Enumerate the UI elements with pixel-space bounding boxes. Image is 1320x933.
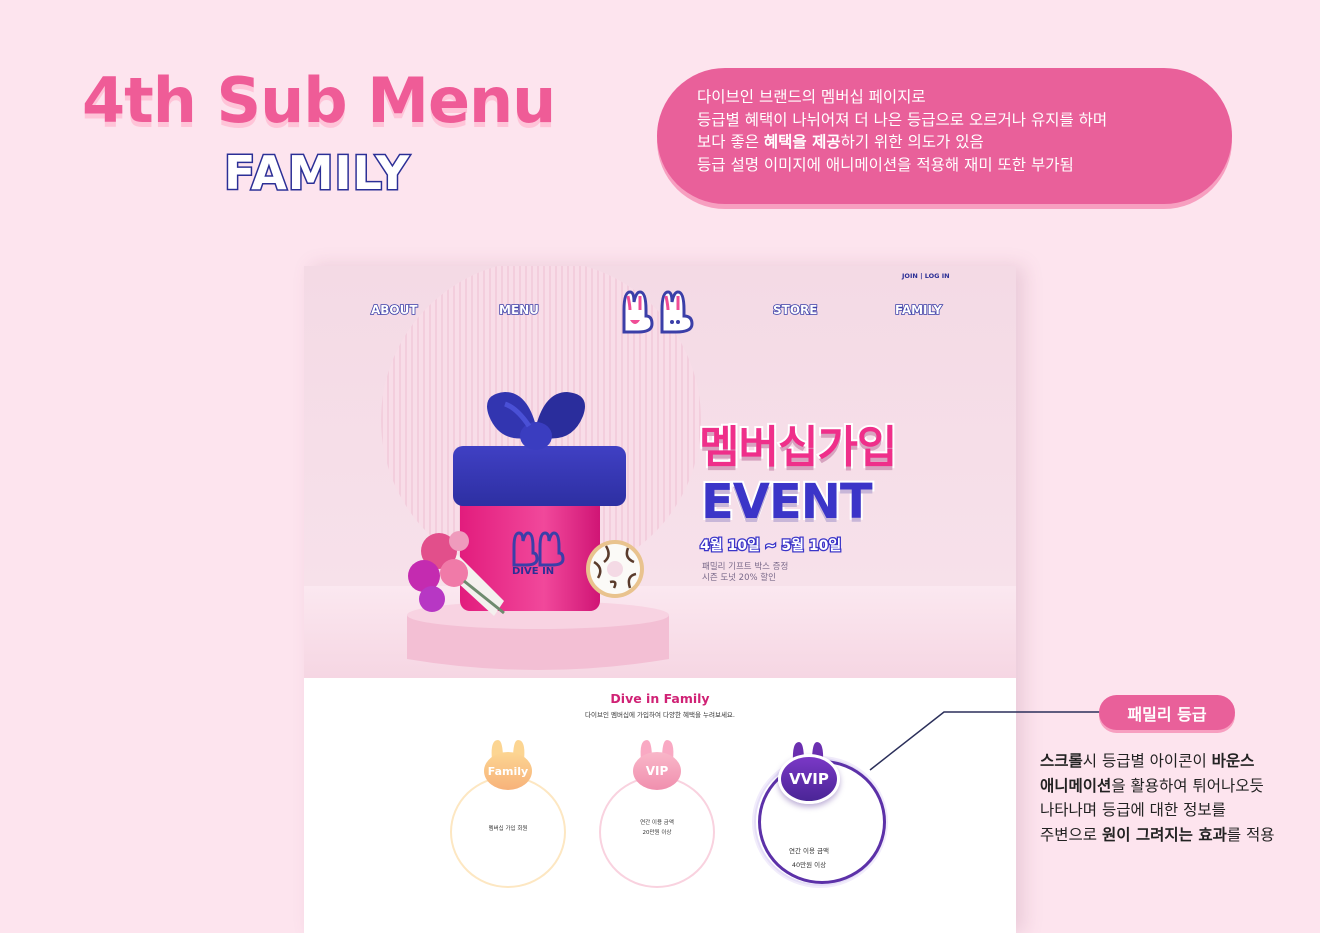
description-text: 보다 좋은 xyxy=(697,133,764,151)
annotation-text-part: 시 등급별 아이콘이 xyxy=(1082,752,1212,770)
nav-store[interactable]: STORE xyxy=(772,302,818,318)
annotation-text: 스크롤시 등급별 아이콘이 바운스 애니메이션을 활용하여 튀어나오듯 나타나며… xyxy=(1040,749,1275,847)
annotation-highlight: 스크롤 xyxy=(1040,752,1083,770)
family-section-title: Dive in Family xyxy=(610,691,710,706)
brand-logo[interactable] xyxy=(618,288,698,334)
family-section-subtitle: 다이브인 멤버십에 가입하여 다양한 혜택을 누려보세요. xyxy=(585,711,735,719)
event-description: 패밀리 기프트 박스 증정 시즌 도넛 20% 할인 xyxy=(702,562,788,584)
family-grade-pill: 패밀리 등급 xyxy=(1099,695,1235,730)
annotation-highlight: 바운스 xyxy=(1211,752,1255,770)
join-login-link[interactable]: JOIN | LOG IN xyxy=(902,272,950,280)
tier-card-family[interactable]: Family 멤버십 가입 회원 xyxy=(450,738,566,890)
tier-info: 연간 이용 금액 40만원 이상 xyxy=(758,844,860,872)
gift-box-lid xyxy=(453,446,626,506)
annotation-text-part: 를 적용 xyxy=(1226,825,1275,844)
annotation-line-4: 주변으로 원이 그려지는 효과를 적용 xyxy=(1040,823,1275,848)
page-title: 4th Sub Menu xyxy=(82,64,556,137)
tier-badge-vip: VIP xyxy=(633,752,681,790)
donut-icon xyxy=(586,540,644,598)
nav-about[interactable]: ABOUT xyxy=(370,302,418,318)
event-title: 멤버십가입 xyxy=(697,422,899,474)
gift-box-brand: DIVE IN xyxy=(512,566,555,577)
tier-line-1: 연간 이용 금액 xyxy=(788,847,829,855)
tier-card-vvip[interactable]: VVIP 연간 이용 금액 40만원 이상 xyxy=(748,738,890,890)
event-date: 4월 10일 ~ 5월 10일 xyxy=(699,537,843,556)
description-line-2: 등급별 혜택이 나뉘어져 더 나은 등급으로 오르거나 유지를 하며 xyxy=(697,110,1108,129)
description-highlight: 혜택을 제공 xyxy=(763,133,841,151)
annotation-highlight: 애니메이션 xyxy=(1040,776,1112,795)
page-subtitle: FAMILY xyxy=(222,145,411,202)
tier-line-2: 20만원 이상 xyxy=(642,830,672,836)
description-text: 하기 위한 의도가 있음 xyxy=(840,133,984,151)
tier-info: 연간 이용 금액 20만원 이상 xyxy=(599,818,715,838)
tier-line-2: 40만원 이상 xyxy=(791,861,827,869)
event-subtitle: EVENT xyxy=(699,472,875,532)
description-line-3: 보다 좋은 혜택을 제공하기 위한 의도가 있음 xyxy=(697,131,1202,154)
description-line-1: 다이브인 브랜드의 멤버십 페이지로 xyxy=(697,88,926,106)
website-mockup: JOIN | LOG IN ABOUT MENU STORE FAMILY DI… xyxy=(304,266,1016,933)
hero-banner: JOIN | LOG IN ABOUT MENU STORE FAMILY DI… xyxy=(304,266,1016,678)
annotation-line-1: 스크롤시 등급별 아이콘이 바운스 xyxy=(1040,749,1275,774)
annotation-line-2: 애니메이션을 활용하여 튀어나오듯 xyxy=(1040,774,1275,799)
tier-card-vip[interactable]: VIP 연간 이용 금액 20만원 이상 xyxy=(599,738,715,890)
annotation-text-part: 주변으로 xyxy=(1040,825,1102,844)
nav-menu[interactable]: MENU xyxy=(498,302,540,318)
tier-badge-family: Family xyxy=(484,752,532,790)
description-line-4: 등급 설명 이미지에 애니메이션을 적용해 재미 또한 부가됨 xyxy=(697,155,1074,174)
gift-box-logo xyxy=(512,531,565,567)
tier-info: 멤버십 가입 회원 xyxy=(450,824,566,834)
annotation-highlight: 원이 그려지는 효과 xyxy=(1101,825,1227,844)
event-benefit-2: 시즌 도넛 20% 할인 xyxy=(702,573,776,583)
tier-line-1: 멤버십 가입 회원 xyxy=(488,826,528,832)
event-benefit-1: 패밀리 기프트 박스 증정 xyxy=(702,562,789,572)
annotation-text-part: 을 활용하여 튀어나오듯 xyxy=(1111,776,1264,795)
gift-bow-icon xyxy=(487,392,585,450)
tier-line-1: 연간 이용 금액 xyxy=(640,820,674,826)
annotation-line-3: 나타나며 등급에 대한 정보를 xyxy=(1040,801,1226,819)
bouquet-icon xyxy=(408,531,505,616)
tier-badge-vvip: VVIP xyxy=(778,754,840,804)
description-pill: 다이브인 브랜드의 멤버십 페이지로 등급별 혜택이 나뉘어져 더 나은 등급으… xyxy=(657,68,1232,204)
nav-family[interactable]: FAMILY xyxy=(894,302,943,318)
